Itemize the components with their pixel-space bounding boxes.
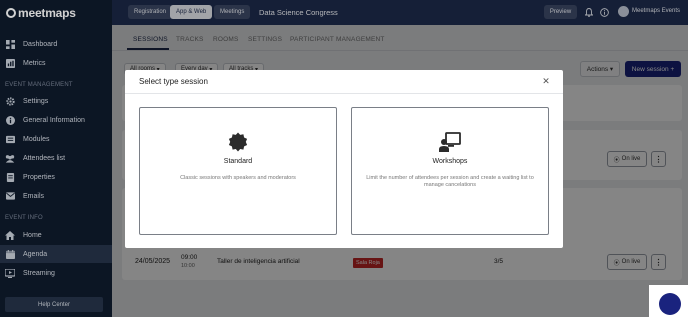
option-standard-title: Standard <box>223 158 253 165</box>
modal-divider <box>125 93 563 94</box>
option-standard-description: Classic sessions with speakers and moder… <box>180 175 296 181</box>
workshop-icon <box>439 131 461 153</box>
close-icon[interactable]: ✕ <box>541 76 551 86</box>
option-workshops-description: Limit the number of attendees per sessio… <box>366 175 534 189</box>
sidebar-dim-overlay <box>0 0 112 317</box>
modal-title: Select type session <box>139 77 208 86</box>
chat-icon[interactable] <box>659 293 681 315</box>
option-workshops[interactable] <box>351 107 549 235</box>
option-standard[interactable] <box>139 107 337 235</box>
badge-icon <box>227 131 249 153</box>
topbar-dim-overlay <box>112 0 688 25</box>
option-workshops-title: Workshops <box>432 158 468 165</box>
